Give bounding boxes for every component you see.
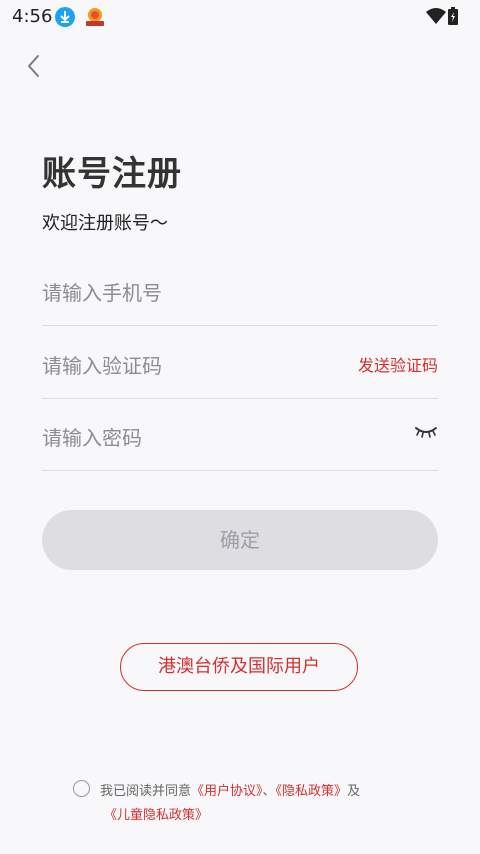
agreement-prefix: 我已阅读并同意	[100, 784, 192, 799]
chevron-left-icon	[28, 55, 39, 77]
battery-icon	[448, 7, 458, 29]
agreement-separator: 、	[262, 784, 276, 799]
download-icon	[55, 7, 75, 27]
status-time: 4:56	[12, 6, 53, 27]
verification-code-field[interactable]: 请输入验证码 发送验证码	[42, 326, 438, 399]
code-placeholder: 请输入验证码	[42, 354, 162, 378]
wifi-icon	[426, 7, 446, 29]
send-code-button[interactable]: 发送验证码	[358, 352, 438, 376]
phone-field[interactable]: 请输入手机号	[42, 253, 438, 326]
eye-closed-icon[interactable]	[414, 424, 438, 440]
confirm-button[interactable]: 确定	[42, 510, 438, 570]
agreement-text: 我已阅读并同意《用户协议》、《隐私政策》及	[100, 780, 360, 799]
agreement-and: 及	[347, 784, 361, 799]
app-notification-icon	[84, 6, 106, 28]
page-subtitle: 欢迎注册账号～	[42, 213, 168, 234]
password-field[interactable]: 请输入密码	[42, 398, 438, 471]
password-placeholder: 请输入密码	[42, 426, 142, 450]
intl-users-button[interactable]: 港澳台侨及国际用户	[120, 643, 358, 691]
user-agreement-link[interactable]: 《用户协议》	[191, 784, 263, 799]
agreement-text-line2: 《儿童隐私政策》	[104, 804, 208, 823]
phone-placeholder: 请输入手机号	[42, 281, 162, 305]
status-bar: 4:56	[0, 0, 480, 32]
agreement-checkbox[interactable]	[73, 780, 90, 797]
privacy-policy-link[interactable]: 《隐私政策》	[276, 784, 348, 799]
back-button[interactable]	[22, 52, 46, 80]
children-privacy-link[interactable]: 《儿童隐私政策》	[104, 808, 208, 823]
page-title: 账号注册	[42, 154, 182, 194]
